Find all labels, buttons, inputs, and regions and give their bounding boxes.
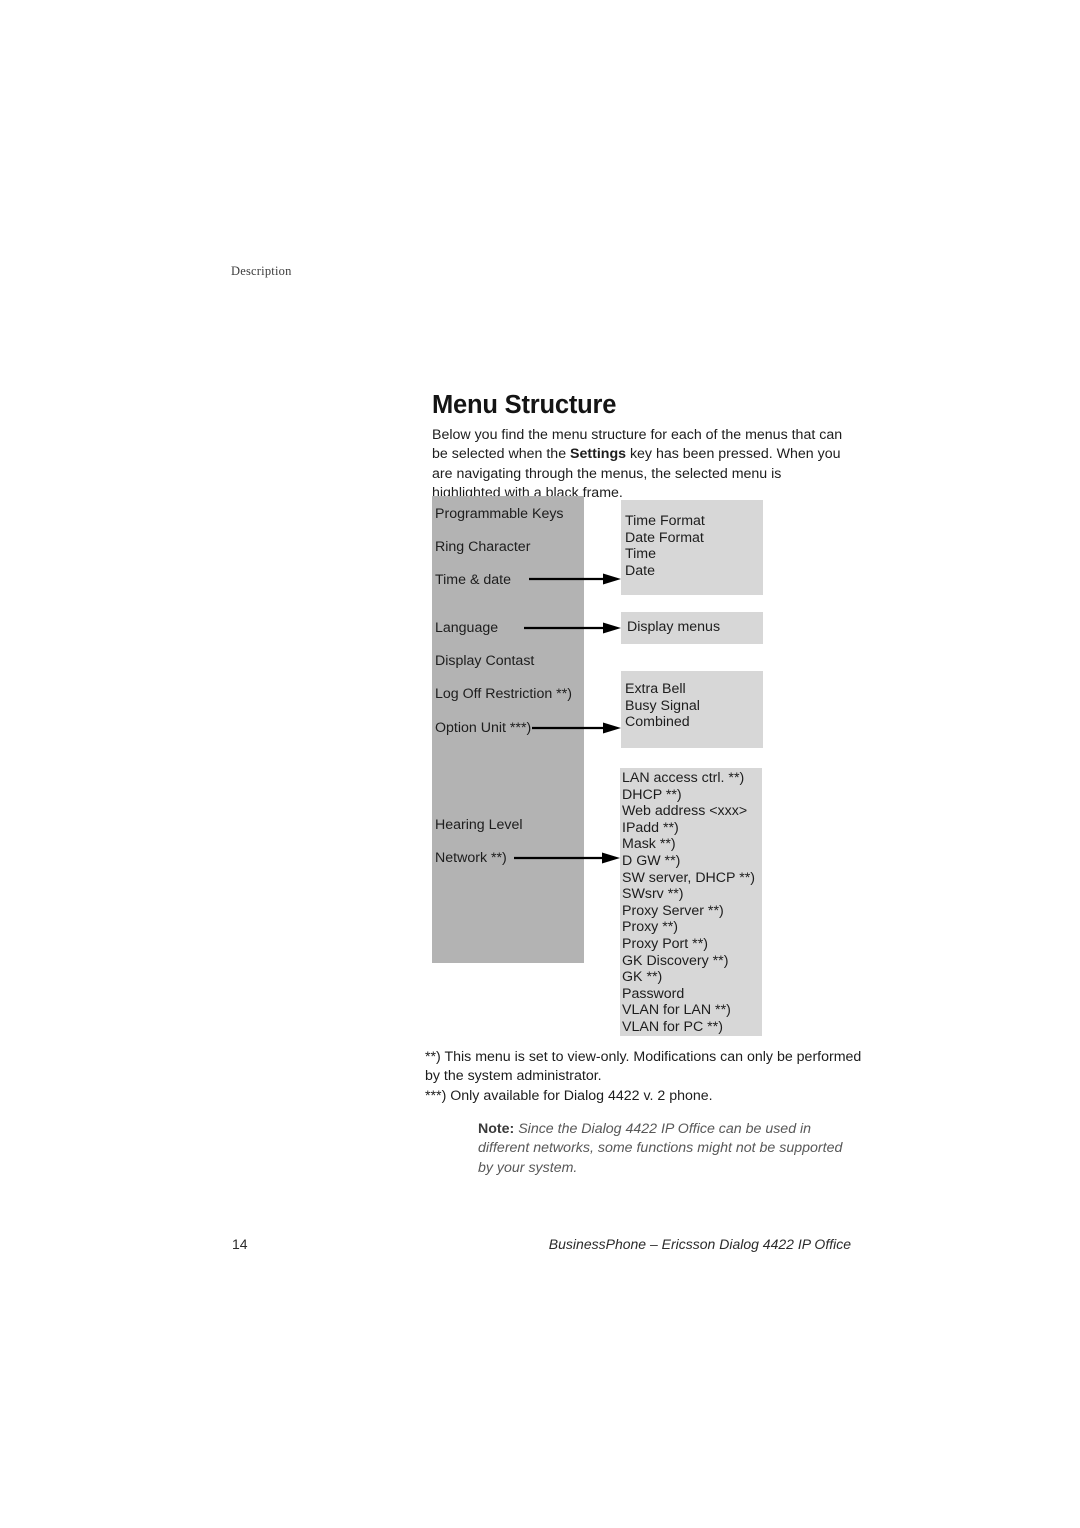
menu-structure-diagram: Programmable Keys Ring Character Time & … — [0, 0, 1080, 1528]
menu-item-display-contast[interactable]: Display Contast — [435, 653, 534, 669]
submenu-item[interactable]: Proxy Port **) — [622, 936, 762, 953]
submenu-item[interactable]: VLAN for LAN **) — [622, 1002, 762, 1019]
menu-item-hearing-level[interactable]: Hearing Level — [435, 817, 523, 833]
running-header: Description — [231, 264, 292, 278]
menu-item-ring-character[interactable]: Ring Character — [435, 539, 530, 555]
submenu-item[interactable]: Date Format — [625, 530, 763, 547]
arrow-option-unit — [532, 722, 621, 734]
submenu-language: Display menus — [621, 612, 763, 644]
document-page: Description Menu Structure Below you fin… — [0, 0, 1080, 1528]
submenu-item[interactable]: Web address <xxx> — [622, 803, 762, 820]
submenu-item[interactable]: GK Discovery **) — [622, 953, 762, 970]
submenu-time-and-date: Time Format Date Format Time Date — [621, 500, 763, 595]
submenu-item[interactable]: Extra Bell — [625, 681, 763, 698]
footnote-double-star: **) This menu is set to view-only. Modif… — [425, 1049, 862, 1085]
submenu-item[interactable]: Date — [625, 563, 763, 580]
submenu-item[interactable]: LAN access ctrl. **) — [622, 770, 762, 787]
submenu-item[interactable]: Password — [622, 986, 762, 1003]
submenu-item[interactable]: Proxy Server **) — [622, 903, 762, 920]
submenu-item[interactable]: Mask **) — [622, 836, 762, 853]
footnote-triple-star: ***) Only available for Dialog 4422 v. 2… — [425, 1088, 713, 1104]
menu-item-network[interactable]: Network **) — [435, 850, 507, 866]
arrow-network — [514, 852, 620, 864]
menu-item-time-and-date[interactable]: Time & date — [435, 572, 511, 588]
submenu-item[interactable]: Proxy **) — [622, 919, 762, 936]
submenu-item[interactable]: GK **) — [622, 969, 762, 986]
submenu-list-network: LAN access ctrl. **) DHCP **) Web addres… — [620, 768, 762, 1036]
submenu-item[interactable]: IPadd **) — [622, 820, 762, 837]
intro-settings-keyword: Settings — [570, 446, 626, 463]
submenu-option-unit: Extra Bell Busy Signal Combined — [621, 671, 763, 748]
menu-item-option-unit[interactable]: Option Unit ***) — [435, 720, 531, 736]
menu-item-log-off-restriction[interactable]: Log Off Restriction **) — [435, 686, 572, 702]
note-block: Note: Since the Dialog 4422 IP Office ca… — [478, 1120, 854, 1178]
intro-paragraph: Below you find the menu structure for ea… — [432, 426, 852, 503]
submenu-item[interactable]: SWsrv **) — [622, 886, 762, 903]
page-title: Menu Structure — [432, 391, 617, 420]
submenu-list-language: Display menus — [621, 612, 763, 636]
submenu-list-time-and-date: Time Format Date Format Time Date — [621, 500, 763, 579]
menu-item-language[interactable]: Language — [435, 620, 498, 636]
submenu-item[interactable]: Combined — [625, 714, 763, 731]
submenu-item[interactable]: D GW **) — [622, 853, 762, 870]
menu-item-programmable-keys[interactable]: Programmable Keys — [435, 506, 564, 522]
arrow-language — [524, 622, 621, 634]
submenu-item[interactable]: DHCP **) — [622, 787, 762, 804]
submenu-item[interactable]: SW server, DHCP **) — [622, 870, 762, 887]
arrow-time-and-date — [529, 573, 621, 585]
submenu-network: LAN access ctrl. **) DHCP **) Web addres… — [620, 768, 762, 1036]
footer-document-title: BusinessPhone – Ericsson Dialog 4422 IP … — [548, 1236, 851, 1252]
submenu-list-option-unit: Extra Bell Busy Signal Combined — [621, 671, 763, 731]
submenu-item[interactable]: Busy Signal — [625, 698, 763, 715]
submenu-item[interactable]: Display menus — [627, 619, 763, 636]
submenu-item[interactable]: Time Format — [625, 513, 763, 530]
submenu-item[interactable]: Time — [625, 546, 763, 563]
submenu-item[interactable]: VLAN for PC **) — [622, 1019, 762, 1036]
page-number: 14 — [232, 1236, 248, 1252]
note-label: Note: — [478, 1121, 515, 1137]
note-text: Since the Dialog 4422 IP Office can be u… — [478, 1121, 843, 1176]
